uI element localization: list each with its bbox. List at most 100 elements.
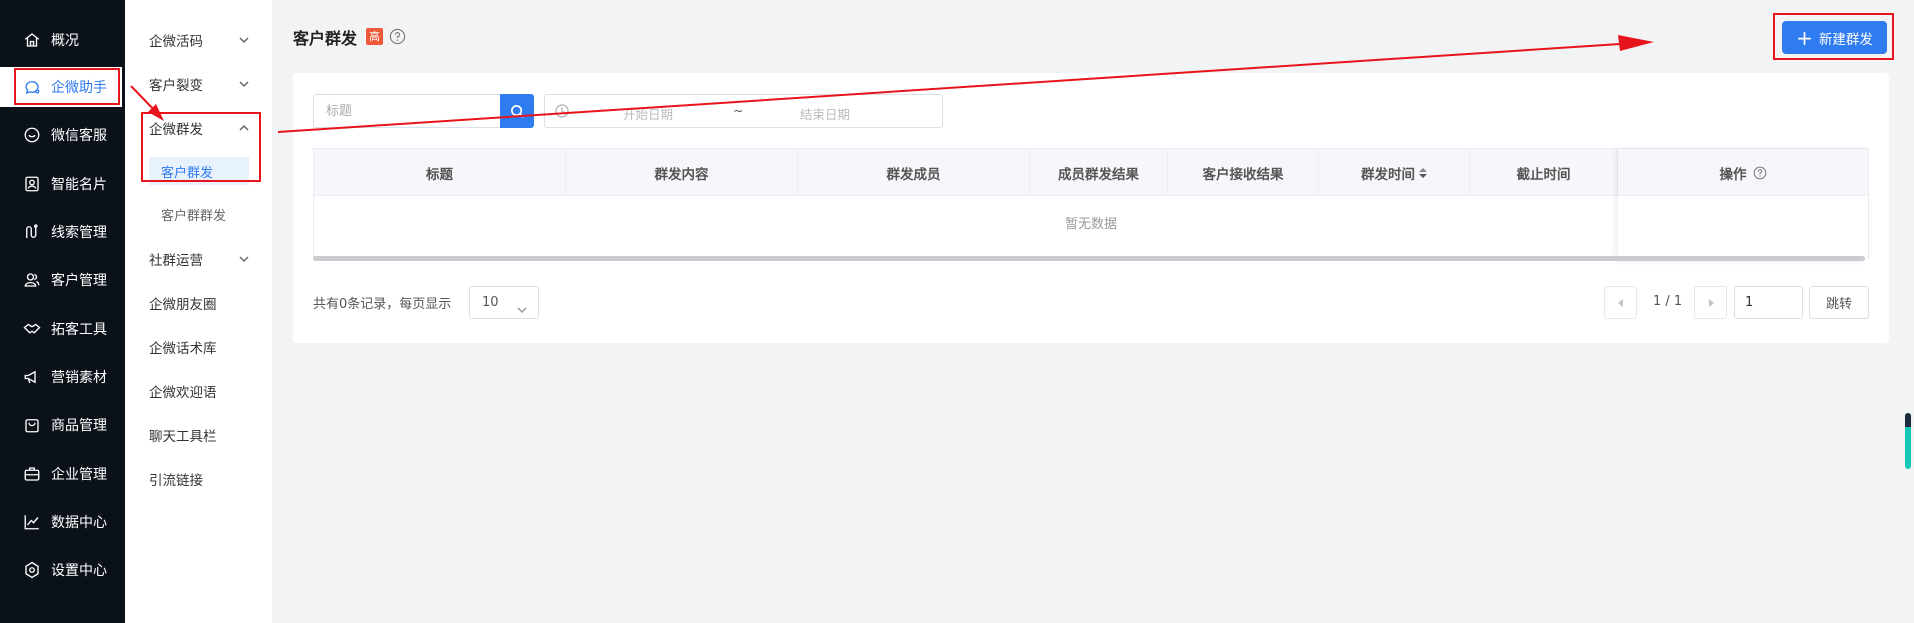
- column-header-members: 群发成员: [798, 149, 1030, 196]
- menu-label: 客户群群发: [161, 208, 227, 224]
- submenu-customer-group-mass-send[interactable]: 客户群群发: [125, 200, 272, 228]
- submenu-customer-mass-send[interactable]: 客户群发: [149, 157, 249, 185]
- column-header-title: 标题: [314, 149, 566, 196]
- fixed-column-shadow: [1618, 149, 1868, 261]
- total-records-text: 共有0条记录，每页显示: [313, 297, 452, 312]
- chevron-down-icon: [238, 78, 250, 90]
- sidebar-item-customers[interactable]: 客户管理: [0, 260, 125, 300]
- new-mass-send-button[interactable]: + 新建群发: [1782, 21, 1887, 54]
- date-start-placeholder: 开始日期: [623, 107, 674, 122]
- jump-page-input[interactable]: [1734, 286, 1803, 319]
- sidebar-item-wecom-assistant[interactable]: 企微助手: [0, 67, 122, 107]
- sidebar-item-label: 营销素材: [51, 370, 107, 386]
- customers-icon: [21, 269, 43, 291]
- megaphone-icon: [21, 366, 43, 388]
- sort-icon[interactable]: [1419, 167, 1427, 178]
- sidebar-item-label: 企业管理: [51, 467, 107, 483]
- help-icon[interactable]: [389, 28, 406, 45]
- next-page-button[interactable]: [1694, 286, 1727, 319]
- column-header-customer-result: 客户接收结果: [1168, 149, 1319, 196]
- menu-community-ops[interactable]: 社群运营: [125, 244, 272, 274]
- id-card-icon: [21, 173, 43, 195]
- page-size-select[interactable]: 10: [469, 286, 539, 319]
- date-range-picker[interactable]: 开始日期 ~ 结束日期: [544, 94, 943, 128]
- chat-assistant-icon: [21, 76, 43, 98]
- menu-label: 聊天工具栏: [149, 429, 217, 445]
- line-chart-icon: [21, 511, 43, 533]
- menu-customer-fission[interactable]: 客户裂变: [125, 69, 272, 99]
- search-button[interactable]: [500, 94, 534, 128]
- chevron-down-icon: [238, 253, 250, 265]
- level-badge: 高: [366, 28, 383, 45]
- primary-sidebar: 概况 企微助手 微信客服 智能名片 线索管理 客户管理 拓客工具 营销素材 商品…: [0, 0, 125, 623]
- page-scroll-indicator-top: [1905, 413, 1911, 427]
- menu-wecom-scripts[interactable]: 企微话术库: [125, 332, 272, 362]
- page-size-value: 10: [482, 295, 499, 310]
- sidebar-item-smart-card[interactable]: 智能名片: [0, 164, 125, 204]
- clock-icon: [555, 104, 569, 118]
- briefcase-icon: [21, 463, 43, 485]
- sidebar-item-label: 数据中心: [51, 515, 107, 531]
- button-label: 新建群发: [1818, 31, 1873, 48]
- sidebar-item-acquisition-tools[interactable]: 拓客工具: [0, 309, 125, 349]
- mass-send-table: 标题 群发内容 群发成员 成员群发结果 客户接收结果 群发时间 截止时间 操作 …: [313, 148, 1869, 260]
- chevron-down-icon: [238, 34, 250, 46]
- search-icon: [510, 104, 524, 118]
- menu-wecom-moments[interactable]: 企微朋友圈: [125, 288, 272, 318]
- menu-label: 引流链接: [149, 473, 203, 489]
- sidebar-item-label: 企微助手: [51, 80, 107, 96]
- menu-label: 企微欢迎语: [149, 385, 217, 401]
- handshake-icon: [21, 318, 43, 340]
- column-header-member-result: 成员群发结果: [1030, 149, 1168, 196]
- menu-label: 社群运营: [149, 253, 203, 269]
- sidebar-item-label: 智能名片: [51, 177, 107, 193]
- menu-traffic-links[interactable]: 引流链接: [125, 464, 272, 494]
- chevron-up-icon: [238, 122, 250, 134]
- sidebar-item-enterprise[interactable]: 企业管理: [0, 454, 125, 494]
- sidebar-item-leads[interactable]: 线索管理: [0, 212, 125, 252]
- sidebar-item-products[interactable]: 商品管理: [0, 405, 125, 445]
- jump-button[interactable]: 跳转: [1809, 286, 1869, 319]
- menu-label: 客户裂变: [149, 78, 203, 94]
- menu-wecom-welcome[interactable]: 企微欢迎语: [125, 376, 272, 406]
- sidebar-item-label: 设置中心: [51, 563, 107, 579]
- column-header-send-time[interactable]: 群发时间: [1319, 149, 1470, 196]
- settings-icon: [21, 559, 43, 581]
- sidebar-item-label: 概况: [51, 33, 79, 49]
- sidebar-item-label: 客户管理: [51, 273, 107, 289]
- menu-label: 客户群发: [161, 165, 214, 181]
- column-header-content: 群发内容: [566, 149, 798, 196]
- menu-label: 企微群发: [149, 122, 203, 138]
- table-horizontal-scrollbar[interactable]: [313, 256, 1865, 261]
- menu-label: 企微朋友圈: [149, 297, 217, 313]
- sidebar-item-label: 微信客服: [51, 128, 107, 144]
- page-info: 1 / 1: [1653, 294, 1683, 309]
- sidebar-item-overview[interactable]: 概况: [0, 20, 125, 60]
- headset-icon: [21, 124, 43, 146]
- sidebar-item-label: 拓客工具: [51, 322, 107, 338]
- column-label: 群发时间: [1361, 166, 1415, 183]
- caret-left-icon: [1617, 298, 1623, 307]
- sidebar-item-wechat-service[interactable]: 微信客服: [0, 115, 125, 155]
- sidebar-item-settings[interactable]: 设置中心: [0, 550, 125, 590]
- title-search-input[interactable]: [313, 94, 500, 128]
- bag-icon: [21, 414, 43, 436]
- sidebar-item-marketing-material[interactable]: 营销素材: [0, 357, 125, 397]
- empty-state-text: 暂无数据: [1064, 217, 1117, 232]
- caret-right-icon: [1708, 298, 1714, 307]
- sidebar-item-data-center[interactable]: 数据中心: [0, 502, 125, 542]
- plus-icon: +: [1796, 25, 1813, 50]
- column-header-deadline: 截止时间: [1470, 149, 1618, 196]
- menu-label: 企微话术库: [149, 341, 217, 357]
- sidebar-item-label: 商品管理: [51, 418, 107, 434]
- menu-chat-toolbar[interactable]: 聊天工具栏: [125, 420, 272, 450]
- menu-label: 企微活码: [149, 34, 203, 50]
- date-end-placeholder: 结束日期: [800, 107, 851, 122]
- prev-page-button[interactable]: [1604, 286, 1637, 319]
- chevron-down-icon: [516, 297, 528, 314]
- date-separator: ~: [733, 103, 744, 118]
- home-icon: [21, 29, 43, 51]
- clue-icon: [21, 221, 43, 243]
- menu-wecom-qrcode[interactable]: 企微活码: [125, 25, 272, 55]
- menu-wecom-mass-send[interactable]: 企微群发: [125, 113, 272, 143]
